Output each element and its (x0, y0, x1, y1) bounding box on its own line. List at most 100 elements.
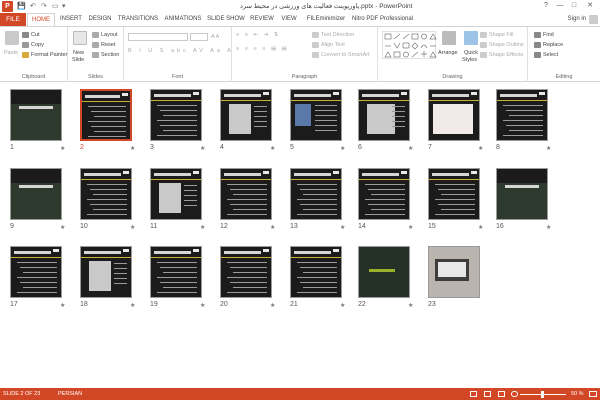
animation-star-icon[interactable]: ★ (340, 224, 345, 231)
slide-thumbnail[interactable] (80, 246, 132, 298)
customize-toolbar-icon[interactable]: ▾ (62, 2, 66, 11)
find-button[interactable]: Find (534, 31, 554, 39)
slide-thumbnail[interactable] (10, 89, 62, 141)
copy-button[interactable]: Copy (22, 41, 44, 49)
slide-thumbnail[interactable] (358, 168, 410, 220)
slide-thumbnail[interactable] (358, 89, 410, 141)
tab-view[interactable]: VIEW (279, 13, 299, 26)
shape-outline-button[interactable]: Shape Outline (480, 41, 524, 49)
shapes-gallery[interactable] (382, 31, 437, 59)
help-button[interactable]: ? (540, 1, 552, 11)
paste-button[interactable]: Paste (4, 49, 18, 57)
slide-thumbnail[interactable] (290, 168, 342, 220)
quick-styles-label-2[interactable]: Styles (462, 56, 477, 64)
align-text-button[interactable]: Align Text (312, 41, 345, 49)
save-icon[interactable]: 💾 (17, 2, 26, 11)
tab-insert[interactable]: INSERT (58, 13, 84, 26)
slide-thumbnail[interactable] (496, 168, 548, 220)
animation-star-icon[interactable]: ★ (546, 145, 551, 152)
tab-animations[interactable]: ANIMATIONS (162, 13, 204, 26)
slide-sorter-view-icon[interactable] (484, 391, 491, 397)
shape-fill-button[interactable]: Shape Fill (480, 31, 513, 39)
tab-review[interactable]: REVIEW (248, 13, 276, 26)
animation-star-icon[interactable]: ★ (270, 302, 275, 309)
zoom-level[interactable]: 50 % (571, 388, 584, 400)
animation-star-icon[interactable]: ★ (60, 302, 65, 309)
tab-file[interactable]: FILE (0, 13, 26, 26)
font-format-buttons[interactable]: B I U S abc AV Aa A (128, 47, 234, 55)
select-button[interactable]: Select (534, 51, 558, 59)
animation-star-icon[interactable]: ★ (130, 145, 135, 152)
slide-thumbnail[interactable] (358, 246, 410, 298)
slide-thumbnail[interactable] (428, 89, 480, 141)
animation-star-icon[interactable]: ★ (408, 145, 413, 152)
slide-thumbnail[interactable] (80, 168, 132, 220)
slide-thumbnail[interactable] (496, 89, 548, 141)
slide-thumbnail[interactable] (80, 89, 132, 141)
tab-fileminimizer[interactable]: FILEminimizer (303, 13, 349, 26)
list-buttons[interactable]: ≡ ≡ ⇤ ⇥ ⇅ (236, 31, 280, 39)
animation-star-icon[interactable]: ★ (60, 224, 65, 231)
slideshow-view-icon[interactable] (511, 391, 518, 397)
layout-button[interactable]: Layout (92, 31, 118, 39)
animation-star-icon[interactable]: ★ (478, 145, 483, 152)
animation-star-icon[interactable]: ★ (408, 302, 413, 309)
slide-thumbnail[interactable] (150, 168, 202, 220)
avatar[interactable] (589, 15, 598, 24)
tab-home[interactable]: HOME (27, 13, 55, 26)
animation-star-icon[interactable]: ★ (340, 145, 345, 152)
section-button[interactable]: Section (92, 51, 119, 59)
slide-thumbnail[interactable] (290, 246, 342, 298)
alignment-buttons[interactable]: ≡ ≡ ≡ ≡ ▤ ▤ (236, 45, 289, 53)
slide-thumbnail[interactable] (150, 246, 202, 298)
tab-slide-show[interactable]: SLIDE SHOW (207, 13, 245, 26)
fit-to-window-icon[interactable] (589, 391, 597, 397)
reading-view-icon[interactable] (498, 391, 505, 397)
slide-count-status[interactable]: SLIDE 2 OF 23 (3, 388, 40, 400)
animation-star-icon[interactable]: ★ (130, 302, 135, 309)
animation-star-icon[interactable]: ★ (546, 224, 551, 231)
tab-nitro-pdf[interactable]: Nitro PDF Professional (352, 13, 413, 26)
slide-thumbnail[interactable] (10, 168, 62, 220)
animation-star-icon[interactable]: ★ (200, 224, 205, 231)
zoom-slider-thumb[interactable] (541, 391, 544, 398)
slide-thumbnail[interactable] (220, 89, 272, 141)
animation-star-icon[interactable]: ★ (130, 224, 135, 231)
animation-star-icon[interactable]: ★ (200, 145, 205, 152)
animation-star-icon[interactable]: ★ (340, 302, 345, 309)
shape-effects-button[interactable]: Shape Effects (480, 51, 523, 59)
minimize-button[interactable]: — (554, 1, 566, 11)
tab-transitions[interactable]: TRANSITIONS (117, 13, 159, 26)
reset-button[interactable]: Reset (92, 41, 115, 49)
text-direction-button[interactable]: Text Direction (312, 31, 354, 39)
slide-thumbnail[interactable] (10, 246, 62, 298)
animation-star-icon[interactable]: ★ (270, 145, 275, 152)
tab-design[interactable]: DESIGN (86, 13, 114, 26)
replace-button[interactable]: Replace (534, 41, 563, 49)
animation-star-icon[interactable]: ★ (200, 302, 205, 309)
undo-icon[interactable]: ↶ (30, 2, 36, 11)
language-status[interactable]: PERSIAN (58, 388, 82, 400)
font-size-combo[interactable] (190, 33, 208, 41)
font-size-buttons[interactable]: A A (211, 33, 219, 41)
maximize-button[interactable]: □ (568, 1, 580, 11)
animation-star-icon[interactable]: ★ (270, 224, 275, 231)
cut-button[interactable]: Cut (22, 31, 40, 39)
animation-star-icon[interactable]: ★ (408, 224, 413, 231)
slide-thumbnail[interactable] (220, 246, 272, 298)
format-painter-button[interactable]: Format Painter (22, 51, 67, 59)
new-slide-label-2[interactable]: Slide (72, 56, 84, 64)
redo-icon[interactable]: ↷ (41, 2, 47, 11)
slide-thumbnail[interactable] (428, 168, 480, 220)
slide-thumbnail[interactable] (290, 89, 342, 141)
arrange-button[interactable]: Arrange (438, 49, 458, 57)
sign-in-link[interactable]: Sign in (568, 13, 586, 26)
slide-thumbnail[interactable] (428, 246, 480, 298)
normal-view-icon[interactable] (470, 391, 477, 397)
convert-smartart-button[interactable]: Convert to SmartArt (312, 51, 370, 59)
slide-thumbnail[interactable] (150, 89, 202, 141)
start-slideshow-icon[interactable]: ▭ (52, 2, 59, 11)
font-name-combo[interactable] (128, 33, 188, 41)
animation-star-icon[interactable]: ★ (60, 145, 65, 152)
slide-thumbnail[interactable] (220, 168, 272, 220)
